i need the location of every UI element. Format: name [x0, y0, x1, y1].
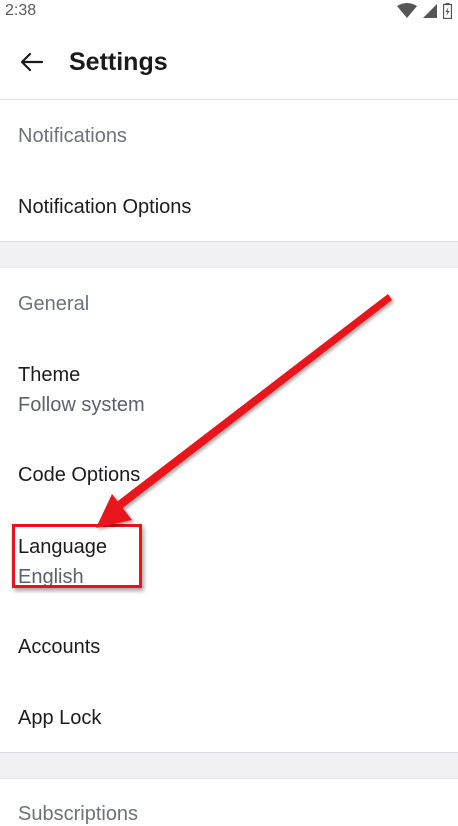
section-divider — [0, 752, 458, 779]
section-divider — [0, 241, 458, 268]
status-bar: 2:38 — [0, 0, 458, 24]
status-icons — [397, 3, 452, 19]
battery-icon — [443, 3, 452, 19]
settings-item-value: English — [18, 566, 84, 588]
settings-item-app-lock[interactable]: App Lock — [0, 683, 458, 751]
settings-item-label: Theme — [18, 364, 81, 386]
settings-item-accounts[interactable]: Accounts — [0, 612, 458, 682]
settings-item-label: Accounts — [18, 636, 101, 658]
settings-item-language[interactable]: Language English — [0, 512, 458, 602]
settings-item-label: App Lock — [18, 707, 102, 729]
page-title: Settings — [69, 48, 168, 76]
section-title-subscriptions: Subscriptions — [18, 803, 139, 825]
settings-item-notification-options[interactable]: Notification Options — [0, 172, 458, 240]
section-title-notifications: Notifications — [18, 125, 127, 147]
settings-item-code-options[interactable]: Code Options — [0, 440, 458, 510]
wifi-icon — [397, 3, 417, 18]
settings-item-label: Code Options — [18, 464, 141, 486]
app-bar: Settings — [0, 24, 458, 100]
settings-item-value: Follow system — [18, 394, 145, 416]
status-time: 2:38 — [5, 2, 37, 19]
back-button[interactable] — [14, 46, 50, 78]
signal-icon — [423, 4, 437, 18]
settings-item-label: Notification Options — [18, 196, 192, 218]
arrow-left-icon — [20, 52, 44, 72]
settings-item-label: Language — [18, 536, 107, 558]
section-title-general: General — [18, 293, 90, 315]
settings-item-theme[interactable]: Theme Follow system — [0, 340, 458, 428]
